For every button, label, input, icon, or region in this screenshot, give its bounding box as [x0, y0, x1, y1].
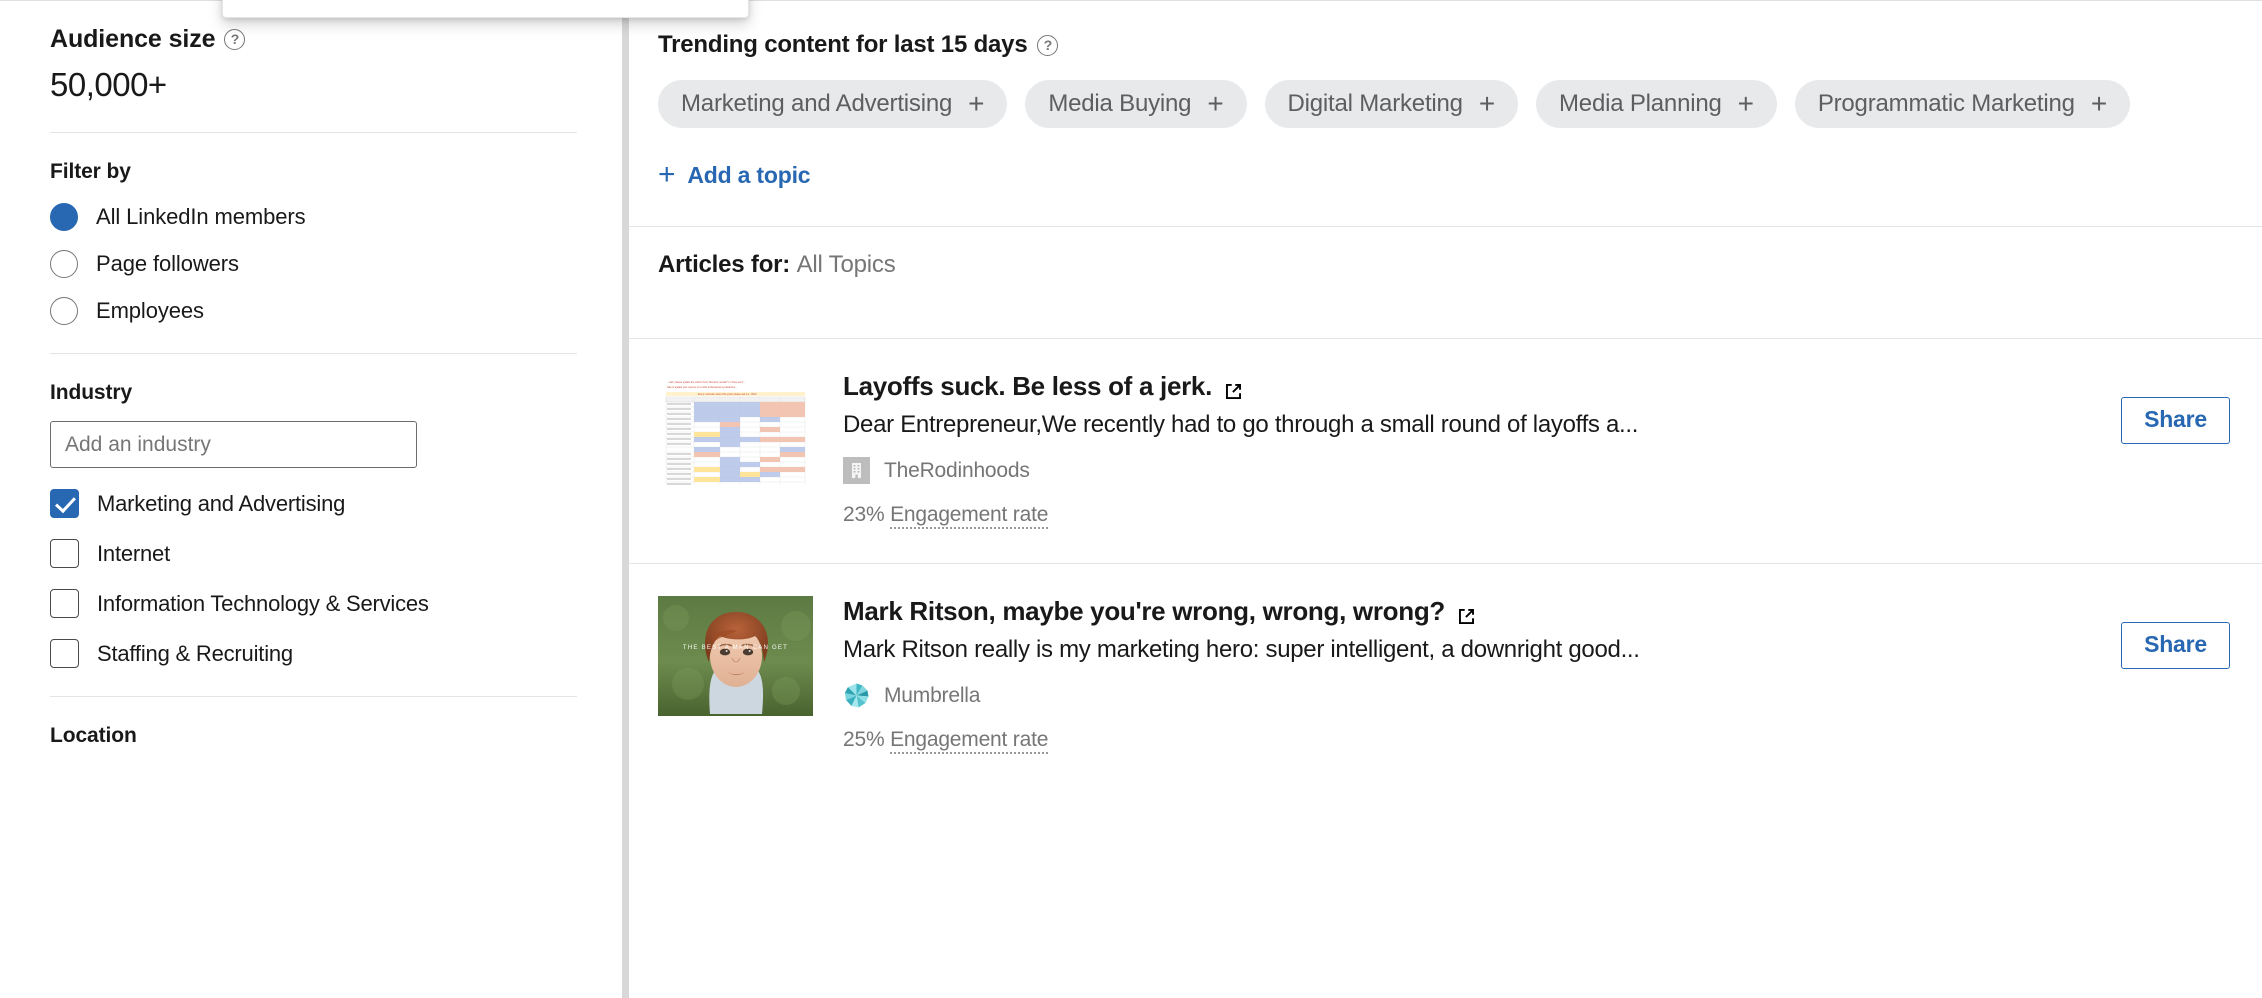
radio-indicator[interactable]	[50, 297, 78, 325]
article-thumbnail-gillette-ad[interactable]: THE BEST A MAN CAN GET	[658, 596, 813, 716]
filter-by-heading: Filter by	[50, 160, 577, 184]
checkbox-indicator[interactable]	[50, 489, 79, 518]
svg-text:Every confusion about this ema: Every confusion about this email, please…	[698, 393, 757, 396]
checkbox-marketing-and-advertising[interactable]: Marketing and Advertising	[50, 489, 577, 518]
radio-option-employees[interactable]: Employees	[50, 297, 577, 325]
checkbox-label: Marketing and Advertising	[97, 491, 345, 517]
article-title-row[interactable]: Layoffs suck. Be less of a jerk.	[843, 371, 2097, 402]
question-circle-icon[interactable]: ?	[1037, 35, 1058, 56]
article-body: Mark Ritson, maybe you're wrong, wrong, …	[813, 596, 2121, 752]
audience-size-label: Audience size	[50, 25, 215, 54]
radio-label: Page followers	[96, 251, 239, 277]
topic-pill-marketing-and-advertising[interactable]: Marketing and Advertising +	[658, 80, 1007, 128]
industry-input-placeholder: Add an industry	[65, 433, 211, 457]
article-title-row[interactable]: Mark Ritson, maybe you're wrong, wrong, …	[843, 596, 2097, 627]
checkbox-indicator[interactable]	[50, 539, 79, 568]
external-link-icon[interactable]	[1457, 602, 1476, 621]
trending-content-heading: Trending content for last 15 days ?	[628, 1, 2262, 59]
checkbox-staffing-recruiting[interactable]: Staffing & Recruiting	[50, 639, 577, 668]
articles-for-selection[interactable]: All Topics	[797, 251, 896, 278]
share-button[interactable]: Share	[2121, 622, 2230, 669]
article-source-row: Mumbrella	[843, 682, 2097, 709]
radio-label: Employees	[96, 298, 204, 324]
audience-size-value: 50,000+	[50, 66, 577, 104]
share-button[interactable]: Share	[2121, 397, 2230, 444]
add-topic-button[interactable]: + Add a topic	[628, 128, 2262, 190]
svg-text:THE BEST A MAN CAN GET: THE BEST A MAN CAN GET	[683, 644, 788, 651]
article-source-name[interactable]: Mumbrella	[884, 684, 980, 708]
article-engagement: 25% Engagement rate	[843, 728, 2097, 752]
sidebar-scrollbar[interactable]	[622, 1, 629, 998]
article-list-item[interactable]: ...rtant, please update the column from …	[628, 339, 2262, 527]
add-topic-label: Add a topic	[687, 162, 810, 189]
engagement-rate-label[interactable]: Engagement rate	[890, 728, 1048, 754]
article-source-row: TheRodinhoods	[843, 457, 2097, 484]
building-placeholder-icon	[843, 457, 870, 484]
divider	[50, 353, 577, 354]
checkbox-internet[interactable]: Internet	[50, 539, 577, 568]
mumbrella-logo-icon	[843, 682, 870, 709]
topic-pill-list: Marketing and Advertising + Media Buying…	[628, 59, 2208, 128]
industry-search-input[interactable]: Add an industry	[50, 421, 417, 468]
svg-text:help to update your resume or: help to update your resume or to write p…	[667, 386, 737, 389]
checkbox-label: Internet	[97, 541, 170, 567]
engagement-value: 25%	[843, 728, 884, 751]
articles-for-row: Articles for: All Topics	[628, 227, 2262, 302]
checkbox-indicator[interactable]	[50, 589, 79, 618]
engagement-value: 23%	[843, 503, 884, 526]
page-root: Audience size ? 50,000+ Filter by All Li…	[0, 0, 2262, 998]
trending-content-title: Trending content for last 15 days	[658, 31, 1027, 59]
topic-pill-label: Programmatic Marketing	[1818, 90, 2075, 118]
radio-option-all-linkedin-members[interactable]: All LinkedIn members	[50, 203, 577, 231]
radio-option-page-followers[interactable]: Page followers	[50, 250, 577, 278]
topic-pill-label: Media Planning	[1559, 90, 1722, 118]
topic-pill-media-planning[interactable]: Media Planning +	[1536, 80, 1777, 128]
question-circle-icon[interactable]: ?	[224, 29, 245, 50]
plus-icon[interactable]: +	[1207, 90, 1223, 118]
article-body: Layoffs suck. Be less of a jerk. Dear En…	[813, 371, 2121, 527]
plus-icon: +	[658, 160, 675, 190]
articles-for-label: Articles for:	[658, 251, 790, 278]
location-heading: Location	[50, 724, 577, 748]
floating-overlay-card	[222, 0, 749, 18]
audience-size-heading: Audience size ?	[50, 25, 577, 54]
plus-icon[interactable]: +	[1479, 90, 1495, 118]
divider	[50, 132, 577, 133]
industry-heading: Industry	[50, 381, 577, 405]
plus-icon[interactable]: +	[968, 90, 984, 118]
plus-icon[interactable]: +	[2091, 90, 2107, 118]
svg-text:...rtant, please update the co: ...rtant, please update the column from …	[667, 381, 746, 384]
topic-pill-label: Digital Marketing	[1288, 90, 1463, 118]
checkbox-label: Staffing & Recruiting	[97, 641, 293, 667]
radio-label: All LinkedIn members	[96, 204, 306, 230]
topic-pill-programmatic-marketing[interactable]: Programmatic Marketing +	[1795, 80, 2130, 128]
article-title: Layoffs suck. Be less of a jerk.	[843, 371, 1212, 402]
topic-pill-digital-marketing[interactable]: Digital Marketing +	[1265, 80, 1519, 128]
external-link-icon[interactable]	[1224, 377, 1243, 396]
trending-content-panel: Trending content for last 15 days ? Mark…	[628, 1, 2262, 998]
article-description: Mark Ritson really is my marketing hero:…	[843, 636, 2097, 664]
divider	[50, 696, 577, 697]
article-thumbnail-spreadsheet[interactable]: ...rtant, please update the column from …	[658, 371, 813, 491]
topic-pill-media-buying[interactable]: Media Buying +	[1025, 80, 1246, 128]
checkbox-indicator[interactable]	[50, 639, 79, 668]
article-description: Dear Entrepreneur,We recently had to go …	[843, 411, 2097, 439]
plus-icon[interactable]: +	[1738, 90, 1754, 118]
article-list-item[interactable]: THE BEST A MAN CAN GET Mark Ritson, mayb…	[628, 564, 2262, 752]
checkbox-information-technology-services[interactable]: Information Technology & Services	[50, 589, 577, 618]
article-title: Mark Ritson, maybe you're wrong, wrong, …	[843, 596, 1445, 627]
checkbox-label: Information Technology & Services	[97, 591, 429, 617]
radio-indicator[interactable]	[50, 250, 78, 278]
topic-pill-label: Media Buying	[1048, 90, 1191, 118]
radio-indicator[interactable]	[50, 203, 78, 231]
topic-pill-label: Marketing and Advertising	[681, 90, 952, 118]
article-engagement: 23% Engagement rate	[843, 503, 2097, 527]
filters-sidebar: Audience size ? 50,000+ Filter by All Li…	[0, 1, 627, 998]
engagement-rate-label[interactable]: Engagement rate	[890, 503, 1048, 529]
article-source-name[interactable]: TheRodinhoods	[884, 459, 1030, 483]
